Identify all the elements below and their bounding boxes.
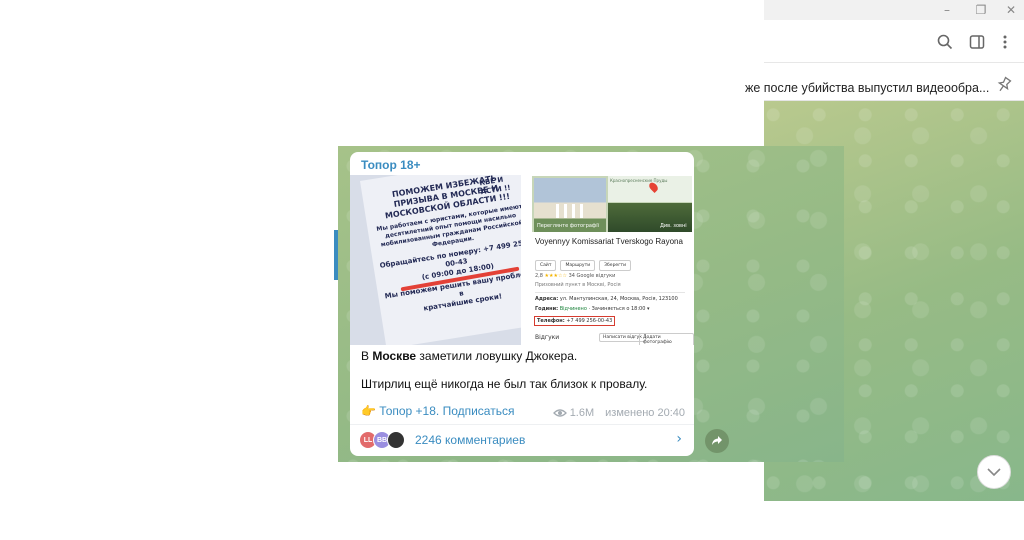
divider [535,292,685,293]
message-bubble[interactable]: Топор 18+ ПОМОЖЕМ ИЗБЕЖАТЬ ПРИЗЫВА В МОС… [350,152,694,456]
subscribe-text: Топор +18. Подписаться [379,404,515,418]
edited-time: изменено 20:40 [605,407,685,419]
maps-header-images: Переглянте фотографії Краснопресненские … [532,176,692,232]
text-prefix: В [361,349,373,363]
pointing-hand-icon: 👉 [361,404,376,418]
share-arrow-icon [712,436,722,445]
street-photo: Див. зовні [608,203,692,232]
selection-indicator [334,230,338,280]
maps-screenshot-photo[interactable]: Переглянте фотографії Краснопресненские … [525,175,694,345]
add-photo-button: Додати фотографію [639,333,694,345]
reviews-label: Відгуки [535,334,560,341]
chip-save: Зберегти [599,260,632,271]
rating-value: 2,8 [535,273,543,279]
minimize-button[interactable]: – [934,2,960,18]
text-bold-city: Москве [372,349,417,363]
eye-icon [552,409,567,417]
minimap-label: Краснопресненские Пруды [610,178,668,183]
chevron-right-icon[interactable]: › [676,431,682,447]
reviews-count: 34 Google відгуки [568,273,616,279]
chip-routes: Маршрути [560,260,596,271]
forward-button[interactable] [705,429,729,453]
maximize-button[interactable]: ❐ [968,2,994,18]
avatar [387,431,405,449]
hours-open: Відчинено [559,306,587,312]
message-text-line-1: В Москве заметили ловушку Джокера. [361,349,577,363]
sidebar-toggle-icon[interactable] [967,32,987,52]
minimap: Краснопресненские Пруды [608,176,692,202]
photo-caption: Переглянте фотографії [537,223,599,229]
channel-name[interactable]: Топор 18+ [361,158,421,172]
address-label: Адреса: [535,296,559,302]
pinned-message-text: же после убийства выпустил видеообра... [745,81,990,95]
poster-sheet: ПОМОЖЕМ ИЗБЕЖАТЬ ПРИЗЫВА В МОСКВЕ И МОСК… [360,175,521,345]
scroll-to-bottom-button[interactable] [977,455,1011,489]
street-caption: Див. зовні [660,223,687,229]
address-line: Адреса: ул. Мантулинская, 24, Москва, Ро… [535,296,678,302]
rating-stars-icon: ★★★☆☆ [544,273,567,279]
message-text-line-2: Штирлиц ещё никогда не был так близок к … [361,377,648,391]
phone-value: +7 499 256-00-43 [566,318,613,324]
address-value: ул. Мантулинская, 24, Москва, Росія, 123… [559,296,678,302]
chip-website: Сайт [535,260,557,271]
hours-close: · Зачиняється о 18:00 ▾ [588,306,650,312]
more-icon[interactable] [995,32,1015,52]
place-type: Призовний пункт в Москві, Росія [535,282,621,288]
place-title: Voyennyy Komissariat Tverskogo Rayona [535,237,683,246]
place-rating: 2,8 ★★★☆☆ 34 Google відгуки [535,273,615,279]
window-titlebar: – ❐ ✕ [764,0,1024,20]
commenter-avatars: LL BB [359,431,411,449]
chat-header [764,20,1024,63]
place-actions: Сайт Маршрути Зберегти [535,260,632,271]
pin-icon[interactable] [994,75,1014,95]
hours-label: Години: [535,306,559,312]
poster-photo[interactable]: ПОМОЖЕМ ИЗБЕЖАТЬ ПРИЗЫВА В МОСКВЕ И МОСК… [350,175,521,345]
comments-divider [350,424,694,425]
chevron-down-icon [987,468,1001,477]
comments-link[interactable]: 2246 комментариев [415,433,525,447]
building-photo: Переглянте фотографії [534,178,606,232]
close-button[interactable]: ✕ [998,2,1024,18]
search-icon[interactable] [935,32,955,52]
phone-highlight: Телефон: +7 499 256-00-43 [534,316,616,326]
phone-label: Телефон: [537,318,565,324]
photo-album[interactable]: ПОМОЖЕМ ИЗБЕЖАТЬ ПРИЗЫВА В МОСКВЕ И МОСК… [350,175,694,345]
views-count: 1.6M [569,407,595,419]
pinned-message-bar[interactable]: же после убийства выпустил видеообра... [745,64,1024,101]
text-suffix: заметили ловушку Джокера. [416,349,578,363]
telegram-window: – ❐ ✕ же после убийства выпустил видеооб… [745,0,1024,101]
hours-line: Години: Відчинено · Зачиняється о 18:00 … [535,306,650,312]
subscribe-link[interactable]: 👉 Топор +18. Подписаться [361,404,514,418]
message-meta: 1.6M изменено 20:40 [552,407,685,419]
